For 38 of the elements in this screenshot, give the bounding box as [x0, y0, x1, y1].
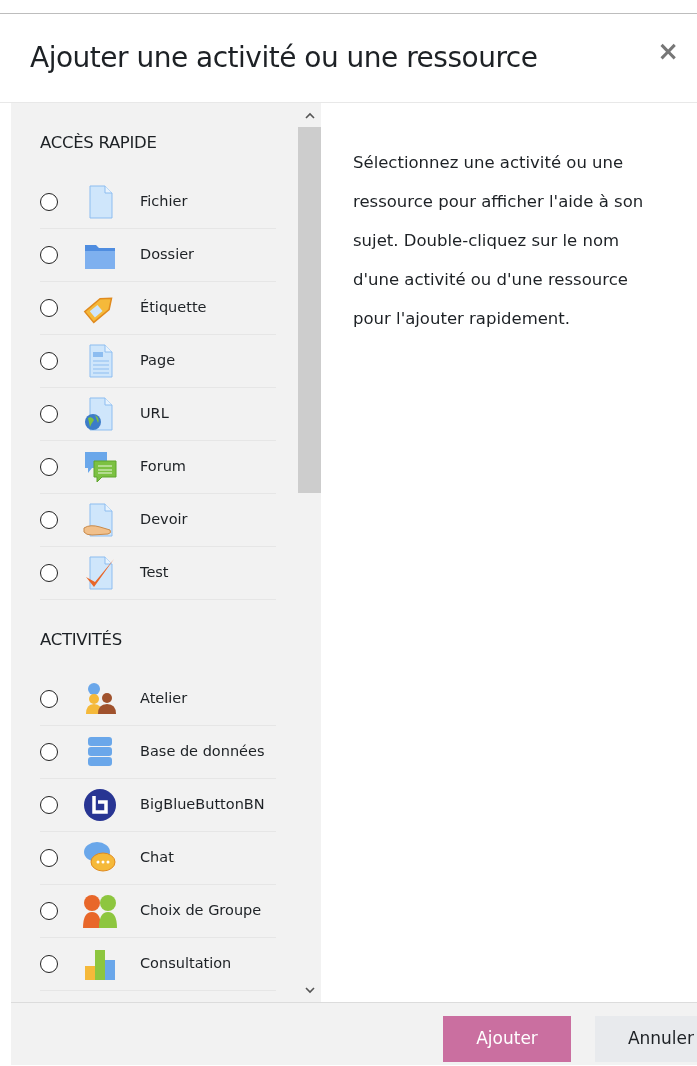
- scroll-up-icon[interactable]: [304, 111, 315, 119]
- radio-button[interactable]: [40, 298, 58, 317]
- activity-name[interactable]: Devoir: [140, 508, 188, 531]
- activity-name[interactable]: Base de données: [140, 740, 265, 763]
- activity-name[interactable]: Page: [140, 349, 176, 372]
- radio-button[interactable]: [40, 192, 58, 211]
- radio-button[interactable]: [40, 404, 58, 423]
- radio-button[interactable]: [40, 742, 58, 761]
- section-heading: ACTIVITÉS: [40, 628, 123, 651]
- two-people-icon: [82, 892, 118, 929]
- section-heading: ACCÈS RAPIDE: [40, 132, 158, 154]
- dialog-title: Ajouter une activité ou une ressource: [30, 41, 539, 75]
- radio-button[interactable]: [40, 563, 58, 582]
- radio-button[interactable]: [40, 954, 58, 973]
- radio-button[interactable]: [40, 848, 58, 867]
- radio-button[interactable]: [40, 510, 58, 529]
- activity-name[interactable]: Choix de Groupe: [140, 899, 262, 922]
- activity-name[interactable]: Étiquette: [140, 296, 207, 319]
- activity-name[interactable]: BigBlueButtonBN: [140, 793, 265, 816]
- radio-button[interactable]: [40, 351, 58, 370]
- radio-button[interactable]: [40, 689, 58, 708]
- radio-button[interactable]: [40, 457, 58, 476]
- activity-name[interactable]: Consultation: [140, 952, 232, 975]
- close-button[interactable]: ×: [651, 38, 685, 64]
- circle-b-icon: [82, 786, 118, 823]
- cancel-button[interactable]: Annuler: [594, 1016, 697, 1062]
- activity-name[interactable]: URL: [140, 402, 169, 425]
- radio-button[interactable]: [40, 901, 58, 920]
- scroll-down-icon[interactable]: [304, 986, 315, 994]
- activity-name[interactable]: Test: [140, 561, 169, 584]
- activity-name[interactable]: Dossier: [140, 243, 195, 266]
- activity-name[interactable]: Atelier: [140, 687, 188, 710]
- help-text: Sélectionnez une activité ou une ressource pour afficher l'aide à son sujet. Double-cliquez sur le nom d'une activité ou d'une ressource pour l'ajouter rapidement.: [353, 152, 645, 330]
- radio-button[interactable]: [40, 245, 58, 264]
- activity-name[interactable]: Forum: [140, 455, 186, 478]
- activity-name[interactable]: Chat: [140, 846, 174, 869]
- radio-button[interactable]: [40, 795, 58, 814]
- activity-name[interactable]: Fichier: [140, 190, 188, 213]
